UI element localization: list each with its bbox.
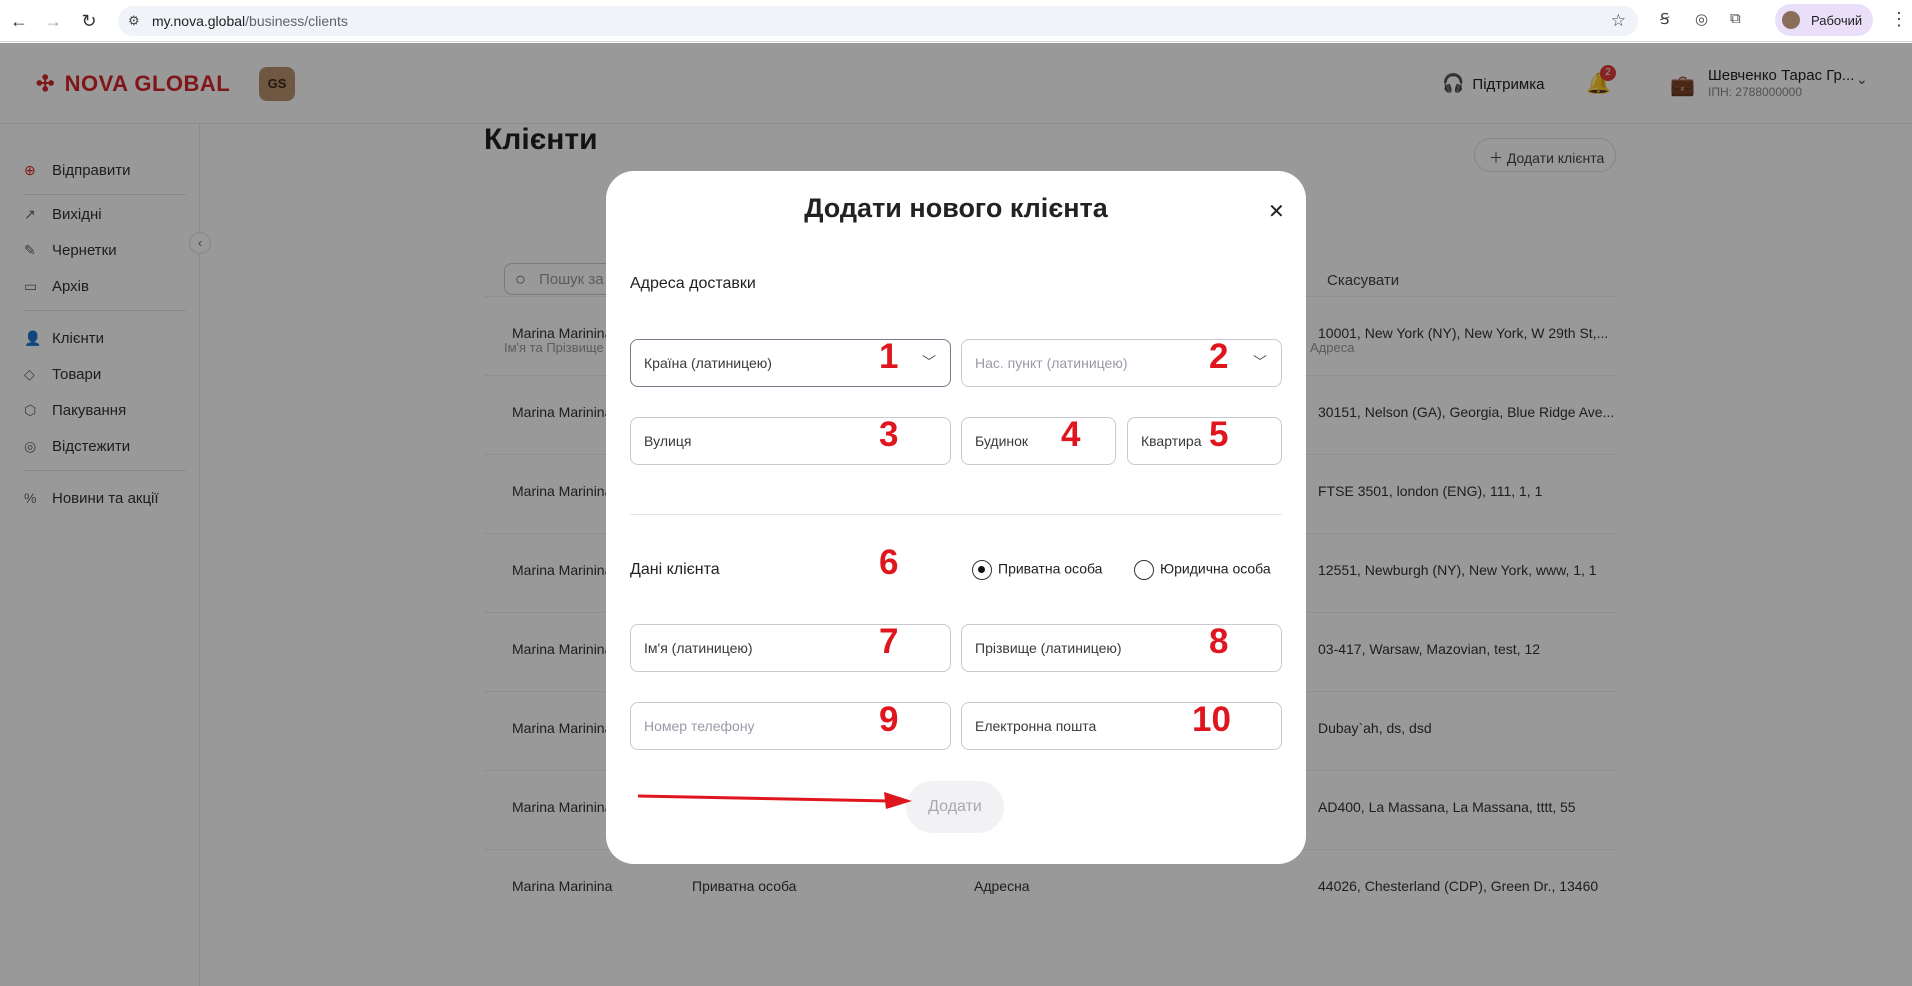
divider <box>630 514 1282 515</box>
add-button[interactable]: Додати <box>906 781 1004 833</box>
annotation-arrow-icon <box>637 792 912 809</box>
client-section-label: Дані клієнта <box>630 561 720 578</box>
first-name-field[interactable]: Ім'я (латиницею) <box>630 624 951 672</box>
annotation-9: 9 <box>879 700 899 739</box>
annotation-2: 2 <box>1209 337 1229 376</box>
annotation-6: 6 <box>879 543 899 582</box>
profile-button[interactable]: Рабочий <box>1775 4 1873 36</box>
street-field[interactable]: Вулиця <box>630 417 951 465</box>
chevron-down-icon: ﹀ <box>922 354 936 370</box>
camera-icon[interactable]: ◎ <box>1695 10 1708 28</box>
bookmark-star-icon[interactable]: ☆ <box>1611 11 1626 31</box>
country-placeholder: Країна (латиницею) <box>644 355 772 371</box>
street-placeholder: Вулиця <box>644 433 692 449</box>
email-placeholder: Електронна пошта <box>975 718 1097 734</box>
translate-extension-icon[interactable]: Ꞩ <box>1660 10 1670 28</box>
browser-menu-icon[interactable]: ⋮ <box>1890 9 1908 30</box>
radio-unchecked-icon <box>1134 560 1154 580</box>
address-bar[interactable]: ⚙ my.nova.global/business/clients ☆ <box>118 6 1638 36</box>
radio-legal-entity[interactable]: Юридична особа <box>1134 560 1271 580</box>
extensions-puzzle-icon[interactable]: ⧉ <box>1730 10 1741 27</box>
reload-icon[interactable]: ↻ <box>76 8 102 34</box>
site-settings-icon[interactable]: ⚙ <box>128 13 140 29</box>
last-name-placeholder: Прізвище (латиницею) <box>975 640 1122 656</box>
house-field[interactable]: Будинок <box>961 417 1116 465</box>
browser-toolbar: ← → ↻ ⚙ my.nova.global/business/clients … <box>0 0 1912 42</box>
radio-checked-icon <box>972 560 992 580</box>
add-client-modal: Додати нового клієнта ✕ Адреса доставки … <box>606 171 1306 864</box>
annotation-5: 5 <box>1209 415 1229 454</box>
house-placeholder: Будинок <box>975 433 1029 449</box>
email-field[interactable]: Електронна пошта <box>961 702 1282 750</box>
back-icon[interactable]: ← <box>6 8 32 34</box>
annotation-1: 1 <box>879 337 899 376</box>
annotation-4: 4 <box>1061 415 1081 454</box>
close-icon[interactable]: ✕ <box>1268 199 1285 224</box>
chevron-down-icon: ﹀ <box>1253 354 1267 370</box>
first-name-placeholder: Ім'я (латиницею) <box>644 640 753 656</box>
last-name-field[interactable]: Прізвище (латиницею) <box>961 624 1282 672</box>
city-placeholder: Нас. пункт (латиницею) <box>975 355 1128 371</box>
delivery-section-label: Адреса доставки <box>630 275 756 292</box>
phone-placeholder: Номер телефону <box>644 718 755 734</box>
profile-name: Рабочий <box>1811 13 1863 28</box>
city-select[interactable]: Нас. пункт (латиницею) ﹀ <box>961 339 1282 387</box>
country-select[interactable]: Країна (латиницею) ﹀ <box>630 339 951 387</box>
forward-icon[interactable]: → <box>40 8 66 34</box>
annotation-10: 10 <box>1192 700 1231 739</box>
annotation-3: 3 <box>879 415 899 454</box>
apartment-field[interactable]: Квартира <box>1127 417 1282 465</box>
avatar <box>1782 11 1800 29</box>
phone-field[interactable]: Номер телефону <box>630 702 951 750</box>
modal-title: Додати нового клієнта <box>804 193 1108 223</box>
url-text: my.nova.global/business/clients <box>152 13 348 29</box>
annotation-8: 8 <box>1209 622 1229 661</box>
radio-private-person[interactable]: Приватна особа <box>972 560 1102 580</box>
annotation-7: 7 <box>879 622 899 661</box>
apartment-placeholder: Квартира <box>1141 433 1202 449</box>
